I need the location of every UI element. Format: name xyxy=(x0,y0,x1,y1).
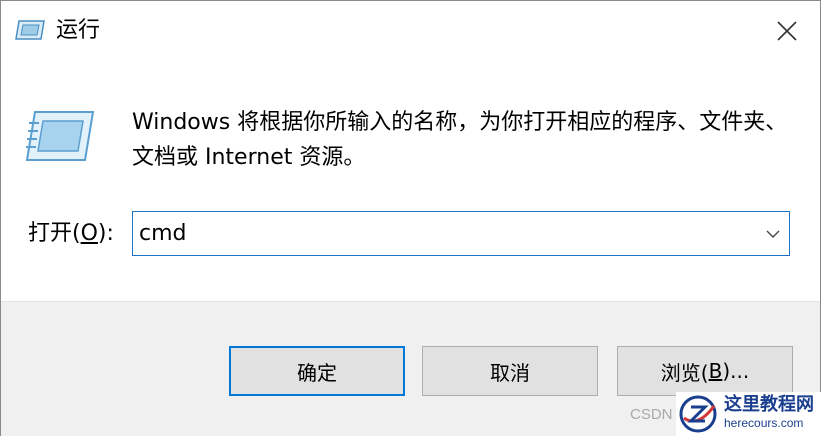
window-title: 运行 xyxy=(56,18,101,43)
site-name: 这里教程网 xyxy=(724,394,814,415)
title-bar[interactable]: 运行 xyxy=(1,1,820,61)
ok-button[interactable]: 确定 xyxy=(229,346,405,396)
run-app-icon xyxy=(25,111,95,161)
run-dialog: 运行 Windows 将根据你所输入的名称，为你打开相应的程序、文件夹、文档或 … xyxy=(0,0,821,436)
open-label: 打开(O): xyxy=(28,219,114,249)
dialog-description: Windows 将根据你所输入的名称，为你打开相应的程序、文件夹、文档或 Int… xyxy=(132,110,788,170)
open-combobox[interactable] xyxy=(132,211,790,256)
cancel-button[interactable]: 取消 xyxy=(422,346,598,396)
browse-label-mnemonic: B xyxy=(708,359,723,383)
csdn-watermark: CSDN xyxy=(630,406,673,423)
open-label-mnemonic: O xyxy=(80,221,98,246)
browse-label-suffix: )... xyxy=(722,359,750,383)
open-input[interactable] xyxy=(139,216,749,250)
ok-button-label: 确定 xyxy=(297,360,337,385)
chevron-down-icon[interactable] xyxy=(765,226,781,242)
site-url: herecours.com xyxy=(724,416,804,430)
site-logo-icon xyxy=(679,395,717,433)
cancel-button-label: 取消 xyxy=(490,360,530,385)
browse-button[interactable]: 浏览(B)... xyxy=(617,346,793,396)
run-icon xyxy=(15,20,45,40)
close-icon[interactable] xyxy=(769,13,805,49)
open-label-suffix: ): xyxy=(97,221,114,246)
open-label-prefix: 打开( xyxy=(28,221,81,246)
site-watermark: 这里教程网 herecours.com xyxy=(676,392,821,436)
browse-label-prefix: 浏览( xyxy=(660,360,709,385)
